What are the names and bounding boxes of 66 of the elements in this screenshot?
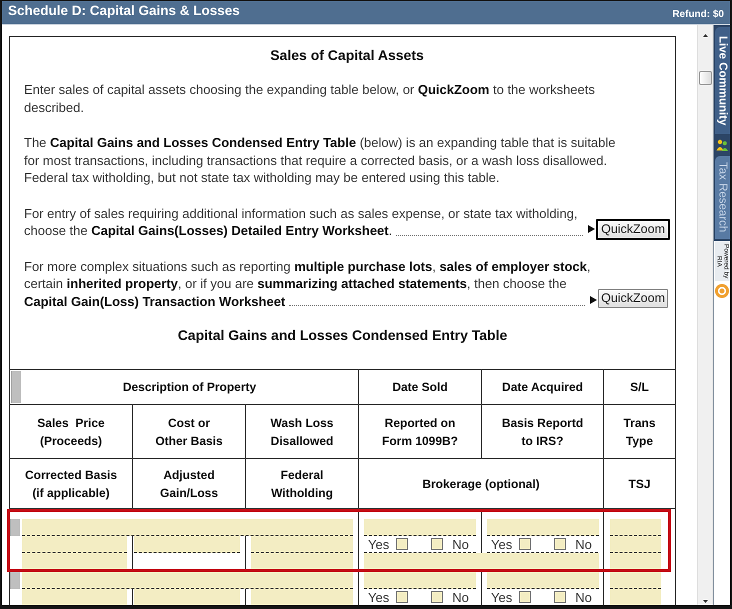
input-field[interactable]: [364, 519, 476, 536]
scrollbar-thumb[interactable]: [698, 71, 712, 85]
instruction-text: Capital Gain(Loss) Transaction Worksheet: [24, 292, 286, 310]
checkbox[interactable]: [431, 591, 444, 603]
input-field[interactable]: [487, 519, 599, 536]
checkbox[interactable]: [554, 538, 566, 550]
input-field[interactable]: [251, 589, 353, 605]
input-field[interactable]: [364, 553, 599, 570]
window-title: Schedule D: Capital Gains & Losses: [8, 2, 240, 20]
input-field[interactable]: [610, 553, 661, 570]
input-field[interactable]: [251, 536, 353, 553]
column-header: Description of Property: [122, 379, 258, 396]
column-header: Cost or Other Basis: [155, 414, 223, 450]
column-header: Date Acquired: [502, 379, 583, 396]
input-field[interactable]: [134, 589, 240, 605]
checkbox[interactable]: [554, 591, 566, 603]
checkbox[interactable]: [431, 538, 444, 550]
input-field[interactable]: [251, 553, 353, 570]
input-field[interactable]: [610, 589, 661, 605]
input-field[interactable]: [22, 536, 127, 553]
input-field[interactable]: [134, 536, 240, 553]
instruction-text: choose the Capital Gains(Losses) Detailed Entry Worksheet.: [24, 222, 392, 240]
table-title: Capital Gains and Losses Condensed Entry Table: [176, 326, 508, 344]
column-header: Brokerage (optional): [422, 476, 540, 492]
people-icon[interactable]: [716, 139, 728, 152]
side-tab[interactable]: Live Community: [714, 27, 730, 134]
arrow-icon: [588, 225, 596, 233]
column-header: TSJ: [628, 476, 650, 492]
row-handle[interactable]: [10, 572, 20, 589]
row-handle[interactable]: [11, 371, 21, 403]
quickzoom-button[interactable]: QuickZoom: [598, 289, 668, 308]
input-field[interactable]: [610, 536, 661, 553]
arrow-icon: [590, 296, 598, 304]
column-header: Reported on Form 1099B?: [382, 414, 458, 450]
scroll-up-icon[interactable]: [702, 34, 708, 37]
checkbox[interactable]: [519, 538, 532, 550]
instruction-text: The Capital Gains and Losses Condensed Entry Table (below) is an expanding table that is suitable for most transactions, including transactions that require a corrected basis, or a wash loss disallowed. Federal tax witholding, but not state tax witholding may be entered using this table.: [24, 134, 617, 186]
input-field[interactable]: [22, 519, 353, 536]
column-header: Sales Price (Proceeds): [37, 414, 105, 450]
input-field[interactable]: [610, 519, 661, 536]
scrollbar[interactable]: [697, 25, 713, 605]
column-header: Date Sold: [392, 379, 448, 396]
section-title: Sales of Capital Assets: [269, 46, 425, 64]
instruction-text: Enter sales of capital assets choosing the expanding table below, or QuickZoom to the worksheets described.: [24, 81, 596, 116]
column-header: Wash Loss Disallowed: [270, 414, 334, 450]
input-field[interactable]: [22, 589, 127, 605]
instruction-text: For more complex situations such as reporting multiple purchase lots, sales of employer stock, certain inherited property, or if you are summarizing attached statements, then choose the: [24, 258, 592, 292]
column-header: Adjusted Gain/Loss: [160, 466, 218, 502]
input-field[interactable]: [487, 572, 599, 589]
checkbox[interactable]: [396, 538, 408, 550]
row-handle[interactable]: [10, 519, 20, 536]
column-header: Trans Type: [623, 414, 656, 450]
checkbox[interactable]: [519, 591, 532, 603]
column-header: Federal Witholding: [271, 466, 333, 502]
column-header: Basis Reportd to IRS?: [502, 414, 584, 450]
quickzoom-button[interactable]: QuickZoom: [596, 218, 670, 240]
column-header: S/L: [630, 379, 649, 396]
input-field[interactable]: [22, 572, 353, 589]
instruction-text: For entry of sales requiring additional information such as sales expense, or state tax witholding,: [24, 204, 579, 222]
input-field[interactable]: [610, 572, 661, 589]
checkbox[interactable]: [396, 591, 408, 603]
column-header: Corrected Basis (if applicable): [24, 466, 118, 502]
scroll-down-icon[interactable]: [702, 600, 708, 603]
input-field[interactable]: [364, 572, 476, 589]
input-field[interactable]: [22, 553, 127, 570]
refund-amount: Refund: $0: [672, 9, 724, 21]
